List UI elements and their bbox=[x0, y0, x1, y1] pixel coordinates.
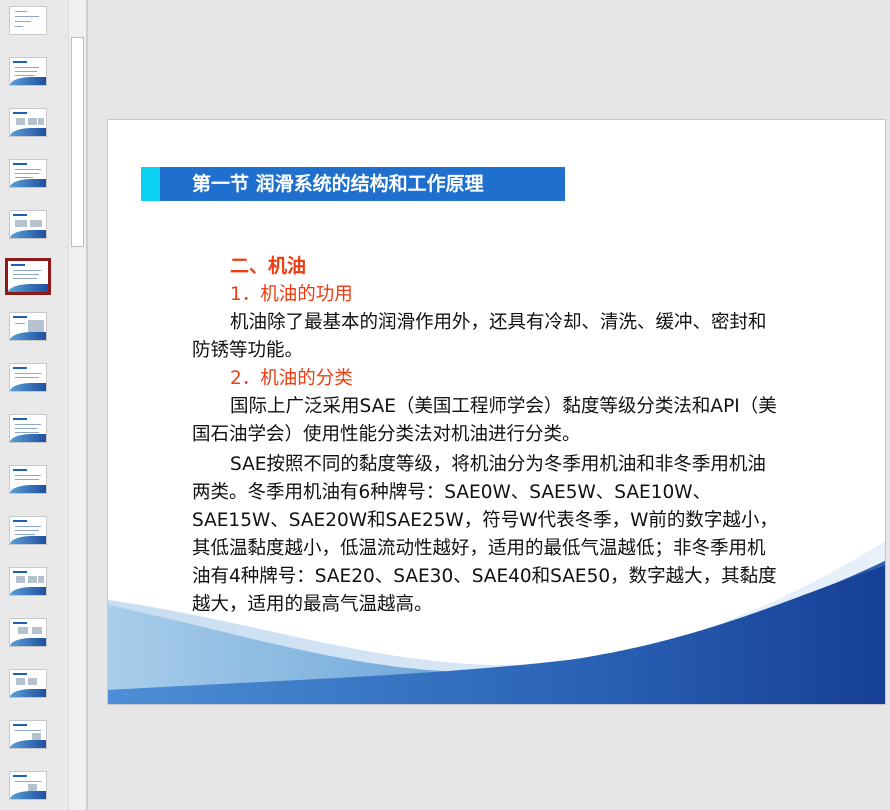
slide-thumbnail-5[interactable] bbox=[9, 210, 47, 239]
paragraph-1-line-2[interactable]: 防锈等功能。 bbox=[192, 336, 303, 362]
subheading-1[interactable]: 1．机油的功用 bbox=[230, 280, 353, 306]
paragraph-3-line-5[interactable]: 油有4种牌号：SAE20、SAE30、SAE40和SAE50，数字越大，其黏度 bbox=[192, 562, 777, 588]
title-accent bbox=[141, 167, 160, 201]
slide-thumbnail-11[interactable] bbox=[9, 516, 47, 545]
slide-thumbnail-14[interactable] bbox=[9, 669, 47, 698]
slide-thumbnail-6-selected[interactable] bbox=[5, 258, 51, 295]
paragraph-3-line-4[interactable]: 其低温黏度越小，低温流动性越好，适用的最低气温越低；非冬季用机 bbox=[192, 534, 766, 560]
paragraph-3-line-1[interactable]: SAE按照不同的黏度等级，将机油分为冬季用机油和非冬季用机油 bbox=[230, 450, 766, 476]
slide-thumbnail-8[interactable] bbox=[9, 363, 47, 392]
thumbnail-scrollbar[interactable] bbox=[68, 0, 86, 810]
paragraph-3-line-3[interactable]: SAE15W、SAE20W和SAE25W，符号W代表冬季，W前的数字越小， bbox=[192, 506, 778, 532]
slide-thumbnail-2[interactable] bbox=[9, 57, 47, 86]
paragraph-3-line-2[interactable]: 两类。冬季用机油有6种牌号：SAE0W、SAE5W、SAE10W、 bbox=[192, 478, 711, 504]
paragraph-1-line-1[interactable]: 机油除了最基本的润滑作用外，还具有冷却、清洗、缓冲、密封和 bbox=[230, 308, 767, 334]
slide-thumbnail-pane bbox=[0, 0, 68, 810]
slide-thumbnail-12[interactable] bbox=[9, 567, 47, 596]
slide-thumbnail-10[interactable] bbox=[9, 465, 47, 494]
scrollbar-thumb[interactable] bbox=[71, 37, 84, 247]
slide-thumbnail-7[interactable] bbox=[9, 312, 47, 341]
paragraph-3-line-6[interactable]: 越大，适用的最高气温越高。 bbox=[192, 590, 433, 616]
slide-thumbnail-1[interactable] bbox=[9, 6, 47, 35]
pane-divider[interactable] bbox=[86, 0, 88, 810]
slide-canvas[interactable]: 第一节 润滑系统的结构和工作原理 二、机油 1．机油的功用 机油除了最基本的润滑… bbox=[107, 119, 886, 705]
slide-thumbnail-13[interactable] bbox=[9, 618, 47, 647]
slide-thumbnail-4[interactable] bbox=[9, 159, 47, 188]
subheading-2[interactable]: 2．机油的分类 bbox=[230, 364, 353, 390]
slide-title[interactable]: 第一节 润滑系统的结构和工作原理 bbox=[192, 167, 484, 201]
paragraph-2-line-2[interactable]: 国石油学会）使用性能分类法对机油进行分类。 bbox=[192, 420, 581, 446]
slide-thumbnail-16[interactable] bbox=[9, 771, 47, 800]
slide-thumbnail-3[interactable] bbox=[9, 108, 47, 137]
paragraph-2-line-1[interactable]: 国际上广泛采用SAE（美国工程师学会）黏度等级分类法和API（美 bbox=[230, 392, 777, 418]
slide-thumbnail-15[interactable] bbox=[9, 720, 47, 749]
slide-thumbnail-9[interactable] bbox=[9, 414, 47, 443]
section-heading[interactable]: 二、机油 bbox=[230, 251, 306, 278]
